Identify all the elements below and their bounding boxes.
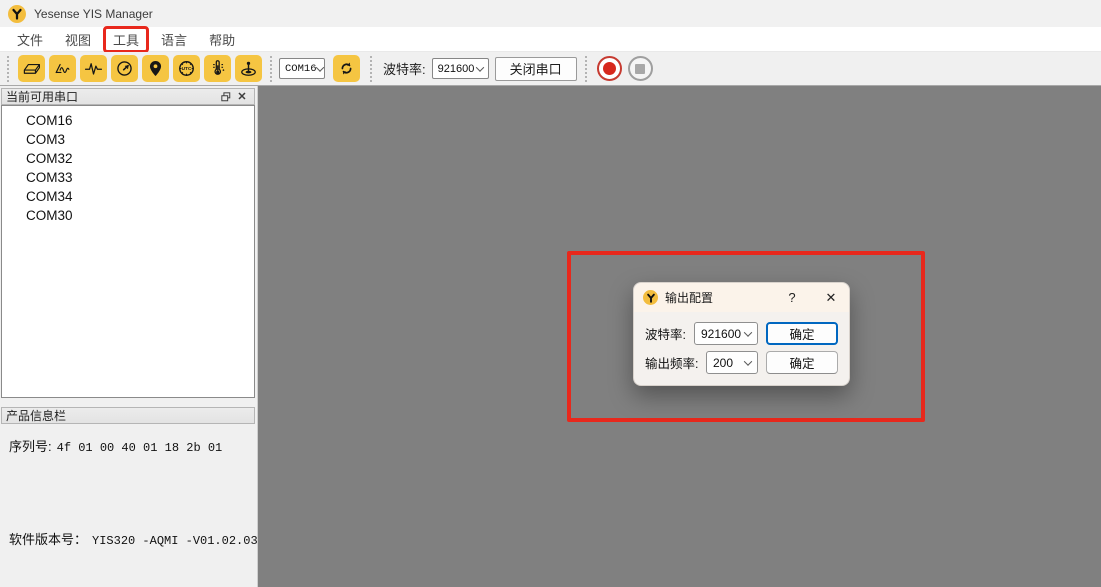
toolbar-grip[interactable] <box>370 56 375 82</box>
info-panel-header: 产品信息栏 <box>1 407 255 424</box>
toolbar-grip[interactable] <box>270 56 275 82</box>
software-version-label: 软件版本号： <box>9 532 87 547</box>
baud-rate-value: 921600 <box>438 63 475 75</box>
baud-rate-label: 波特率: <box>383 59 426 78</box>
dialog-title: 输出配置 <box>665 289 776 306</box>
dialog-close-button[interactable]: ✕ <box>822 290 840 306</box>
dialog-baud-value: 921600 <box>701 327 741 341</box>
float-panel-button[interactable] <box>218 90 234 104</box>
stop-icon <box>635 64 645 74</box>
port-list-item[interactable]: COM3 <box>2 130 254 149</box>
dialog-baud-select[interactable]: 921600 <box>694 322 758 345</box>
software-version-row: 软件版本号： YIS320 -AQMI -V01.02.03; <box>9 529 265 548</box>
attitude-curve-button[interactable] <box>49 55 76 82</box>
attitude-curve-icon <box>53 59 72 78</box>
ports-panel-title: 当前可用串口 <box>6 88 78 105</box>
menu-tools[interactable]: 工具 <box>103 26 149 53</box>
toolbar-grip[interactable] <box>7 56 12 82</box>
menu-help[interactable]: 帮助 <box>200 27 244 52</box>
toolbar-grip[interactable] <box>585 56 590 82</box>
dialog-freq-value: 200 <box>713 356 733 370</box>
chevron-down-icon <box>475 63 483 71</box>
waveform-icon <box>84 59 103 78</box>
serial-number-value: 4f 01 00 40 01 18 2b 01 <box>57 441 223 455</box>
location-pin-button[interactable] <box>142 55 169 82</box>
utc-clock-icon: UTC <box>177 59 196 78</box>
dialog-baud-label: 波特率: <box>645 324 694 343</box>
output-config-dialog: 输出配置 ? ✕ 波特率: 921600 确定 输出频率: 200 确定 <box>633 282 850 386</box>
close-port-button[interactable]: 关闭串口 <box>495 57 577 81</box>
dialog-help-button[interactable]: ? <box>783 290 801 305</box>
app-logo-icon <box>8 5 26 23</box>
cube-3d-button[interactable] <box>18 55 45 82</box>
thermometer-button[interactable] <box>204 55 231 82</box>
port-list-item[interactable]: COM30 <box>2 206 254 225</box>
window-title: Yesense YIS Manager <box>34 7 153 21</box>
dialog-freq-label: 输出频率: <box>645 353 706 372</box>
cube-3d-icon <box>22 59 41 78</box>
dialog-titlebar[interactable]: 输出配置 ? ✕ <box>634 283 849 312</box>
toolbar: UTC COM16 波特率: 9216 <box>0 52 1101 86</box>
surface-pin-button[interactable] <box>235 55 262 82</box>
port-list-item[interactable]: COM33 <box>2 168 254 187</box>
output-freq-row: 输出频率: 200 确定 <box>645 348 838 377</box>
left-dock: 当前可用串口 ✕ COM16 COM3 COM32 COM33 COM34 CO… <box>0 86 258 587</box>
baud-confirm-button[interactable]: 确定 <box>766 322 838 345</box>
chevron-down-icon <box>744 328 752 336</box>
waveform-button[interactable] <box>80 55 107 82</box>
info-panel-title: 产品信息栏 <box>6 407 66 424</box>
gauge-button[interactable] <box>111 55 138 82</box>
serial-number-row: 序列号: 4f 01 00 40 01 18 2b 01 <box>9 436 222 455</box>
refresh-ports-button[interactable] <box>333 55 360 82</box>
dialog-body: 波特率: 921600 确定 输出频率: 200 确定 <box>634 312 849 377</box>
serial-number-label: 序列号: <box>9 439 52 454</box>
float-icon <box>221 92 231 102</box>
chevron-down-icon <box>315 63 323 71</box>
software-version-value: YIS320 -AQMI -V01.02.03; <box>92 534 265 548</box>
close-panel-button[interactable]: ✕ <box>234 90 250 104</box>
port-list-item[interactable]: COM16 <box>2 111 254 130</box>
baud-rate-row: 波特率: 921600 确定 <box>645 319 838 348</box>
menu-language[interactable]: 语言 <box>152 27 196 52</box>
baud-rate-select[interactable]: 921600 <box>432 58 489 79</box>
location-pin-icon <box>146 59 165 78</box>
menubar: 文件 视图 工具 语言 帮助 <box>0 27 1101 52</box>
menu-view[interactable]: 视图 <box>56 27 100 52</box>
ports-list: COM16 COM3 COM32 COM33 COM34 COM30 <box>1 105 255 398</box>
utc-clock-button[interactable]: UTC <box>173 55 200 82</box>
menu-file[interactable]: 文件 <box>8 27 52 52</box>
ports-panel-header: 当前可用串口 ✕ <box>1 88 255 105</box>
dialog-freq-select[interactable]: 200 <box>706 351 758 374</box>
record-icon <box>603 62 616 75</box>
refresh-icon <box>338 60 355 77</box>
port-list-item[interactable]: COM32 <box>2 149 254 168</box>
svg-text:UTC: UTC <box>182 66 192 72</box>
port-select-value: COM16 <box>285 63 317 75</box>
titlebar: Yesense YIS Manager <box>0 0 1101 27</box>
freq-confirm-button[interactable]: 确定 <box>766 351 838 374</box>
surface-pin-icon <box>239 59 258 78</box>
port-list-item[interactable]: COM34 <box>2 187 254 206</box>
thermometer-icon <box>208 59 227 78</box>
chevron-down-icon <box>744 357 752 365</box>
gauge-icon <box>115 59 134 78</box>
record-button[interactable] <box>597 56 622 81</box>
port-select[interactable]: COM16 <box>279 58 325 79</box>
stop-button[interactable] <box>628 56 653 81</box>
dialog-logo-icon <box>643 290 658 305</box>
